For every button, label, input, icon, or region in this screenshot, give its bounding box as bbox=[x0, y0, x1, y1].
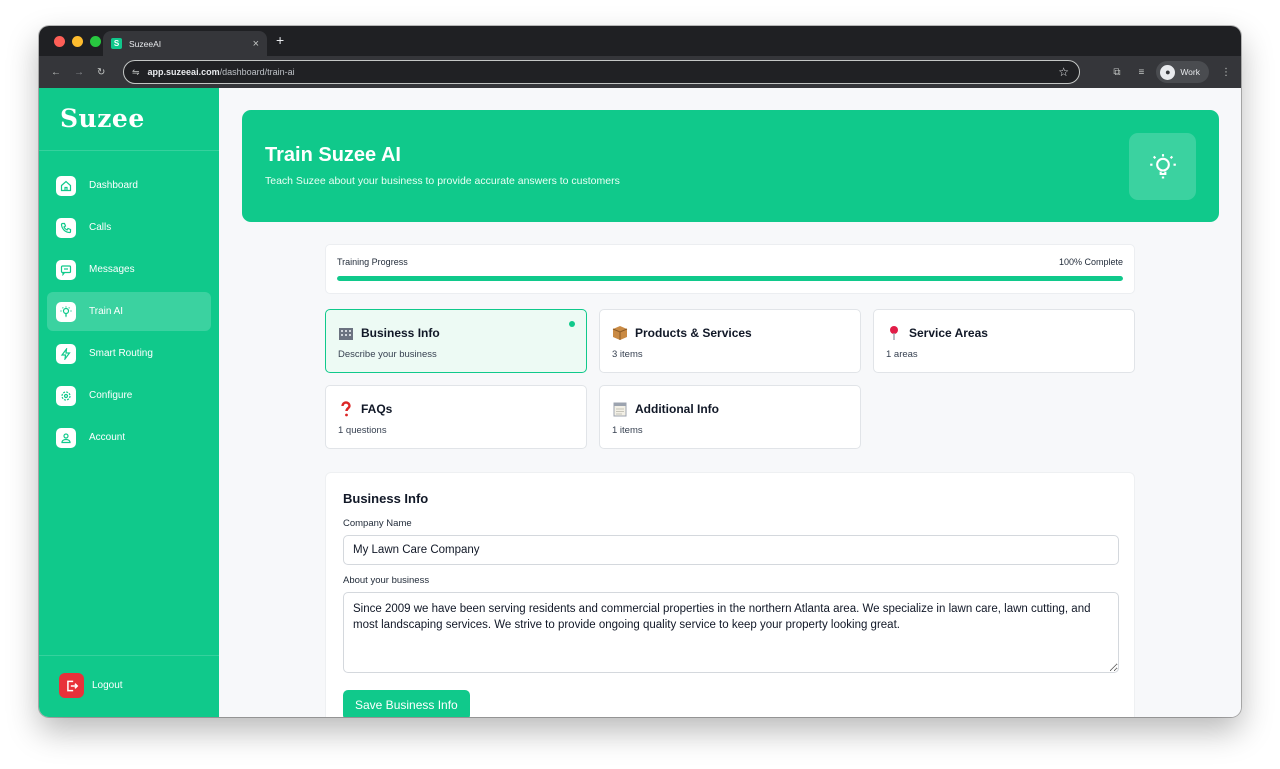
save-business-info-button[interactable]: Save Business Info bbox=[343, 690, 470, 717]
browser-menu-icon[interactable]: ⋮ bbox=[1221, 67, 1231, 78]
section-description: 3 items bbox=[612, 349, 643, 360]
forward-icon[interactable]: → bbox=[74, 67, 84, 78]
sidebar-item-label: Smart Routing bbox=[89, 348, 153, 359]
url-host: app.suzeeai.com bbox=[147, 67, 220, 77]
training-progress-card: Training Progress 100% Complete bbox=[325, 244, 1135, 294]
phone-icon bbox=[56, 217, 76, 238]
company-name-label: Company Name bbox=[343, 518, 412, 529]
site-settings-icon[interactable]: ⇋ bbox=[132, 67, 140, 78]
address-bar[interactable]: ⇋ app.suzeeai.com/dashboard/train-ai ☆ bbox=[123, 60, 1080, 84]
browser-window: S SuzeeAI × + ← → ↻ ⇋ app.suzeeai.com/da… bbox=[39, 26, 1241, 717]
logout-button[interactable]: Logout bbox=[59, 673, 123, 698]
sidebar-item-calls[interactable]: Calls bbox=[47, 208, 211, 247]
new-tab-button[interactable]: + bbox=[276, 32, 284, 48]
profile-label: Work bbox=[1180, 67, 1200, 77]
message-icon bbox=[56, 259, 76, 280]
sidebar-item-label: Train AI bbox=[89, 306, 124, 317]
sidebar-item-configure[interactable]: Configure bbox=[47, 376, 211, 415]
question-icon bbox=[338, 401, 354, 417]
section-card-business-info[interactable]: Business Info Describe your business bbox=[325, 309, 587, 373]
sidebar-nav: Dashboard Calls Messages Train AI Smart … bbox=[47, 166, 211, 460]
reload-icon[interactable]: ↻ bbox=[97, 67, 105, 78]
user-icon bbox=[56, 427, 76, 448]
profile-avatar-icon: ● bbox=[1160, 64, 1176, 80]
main-content: Train Suzee AI Teach Suzee about your bu… bbox=[219, 88, 1241, 717]
suzee-favicon-icon: S bbox=[111, 38, 122, 49]
section-card-additional-info[interactable]: Additional Info 1 items bbox=[599, 385, 861, 449]
page-subtitle: Teach Suzee about your business to provi… bbox=[265, 175, 620, 187]
suzee-logo[interactable]: Suzee bbox=[60, 104, 145, 133]
sidebar-item-train-ai[interactable]: Train AI bbox=[47, 292, 211, 331]
page-title: Train Suzee AI bbox=[265, 144, 401, 166]
tab-title: SuzeeAI bbox=[129, 38, 162, 49]
building-icon bbox=[338, 325, 354, 341]
sidebar-item-smart-routing[interactable]: Smart Routing bbox=[47, 334, 211, 373]
tab-strip: S SuzeeAI × + bbox=[39, 26, 1241, 56]
section-description: Describe your business bbox=[338, 349, 437, 360]
business-info-form: Business Info Company Name About your bu… bbox=[325, 472, 1135, 717]
maximize-window-button[interactable] bbox=[90, 35, 101, 47]
toolbar-actions: ⧉ ≡ ● Work ⋮ bbox=[1113, 61, 1231, 83]
section-title: FAQs bbox=[361, 402, 393, 416]
progress-label: Training Progress bbox=[337, 257, 408, 267]
sidebar: Suzee Dashboard Calls Messages Train AI … bbox=[39, 88, 219, 717]
section-title: Service Areas bbox=[909, 326, 988, 340]
sidebar-item-label: Messages bbox=[89, 264, 135, 275]
section-card-faqs[interactable]: FAQs 1 questions bbox=[325, 385, 587, 449]
package-icon bbox=[612, 325, 628, 341]
sidebar-item-label: Configure bbox=[89, 390, 133, 401]
section-title: Additional Info bbox=[635, 402, 719, 416]
form-title: Business Info bbox=[343, 491, 429, 506]
profile-button[interactable]: ● Work bbox=[1156, 61, 1209, 83]
sidebar-item-label: Calls bbox=[89, 222, 112, 233]
lightning-icon bbox=[56, 343, 76, 364]
progress-track bbox=[337, 276, 1123, 281]
sidebar-item-messages[interactable]: Messages bbox=[47, 250, 211, 289]
home-icon bbox=[56, 175, 76, 196]
bookmark-star-icon[interactable]: ☆ bbox=[1058, 65, 1069, 79]
section-description: 1 areas bbox=[886, 349, 918, 360]
app-root: Suzee Dashboard Calls Messages Train AI … bbox=[39, 88, 1241, 717]
section-title: Products & Services bbox=[635, 326, 752, 340]
gear-icon bbox=[56, 385, 76, 406]
section-description: 1 questions bbox=[338, 425, 387, 436]
about-business-label: About your business bbox=[343, 575, 430, 586]
back-icon[interactable]: ← bbox=[51, 67, 61, 78]
sidebar-item-label: Account bbox=[89, 432, 126, 443]
screen-capture-icon[interactable]: ⧉ bbox=[1113, 67, 1120, 78]
url-path: /dashboard/train-ai bbox=[219, 67, 295, 77]
progress-status: 100% Complete bbox=[1058, 257, 1123, 267]
company-name-input[interactable] bbox=[343, 535, 1119, 565]
section-card-service-areas[interactable]: Service Areas 1 areas bbox=[873, 309, 1135, 373]
active-indicator-dot bbox=[569, 321, 575, 327]
sidebar-item-label: Dashboard bbox=[89, 180, 138, 191]
browser-tab[interactable]: S SuzeeAI × bbox=[103, 31, 267, 56]
about-business-textarea[interactable]: Since 2009 we have been serving resident… bbox=[343, 592, 1119, 673]
sidebar-divider bbox=[39, 150, 219, 151]
lightbulb-icon bbox=[1129, 133, 1196, 200]
window-controls bbox=[54, 35, 101, 47]
notepad-icon bbox=[612, 401, 628, 417]
tab-close-icon[interactable]: × bbox=[253, 38, 259, 50]
sidebar-divider bbox=[39, 655, 219, 656]
section-description: 1 items bbox=[612, 425, 643, 436]
logout-label: Logout bbox=[92, 680, 123, 691]
section-card-products-services[interactable]: Products & Services 3 items bbox=[599, 309, 861, 373]
section-title: Business Info bbox=[361, 326, 440, 340]
logout-icon bbox=[59, 673, 84, 698]
sidebar-item-dashboard[interactable]: Dashboard bbox=[47, 166, 211, 205]
browser-toolbar: ← → ↻ ⇋ app.suzeeai.com/dashboard/train-… bbox=[39, 56, 1241, 88]
pin-icon bbox=[886, 325, 902, 341]
sidebar-item-account[interactable]: Account bbox=[47, 418, 211, 457]
close-window-button[interactable] bbox=[54, 35, 65, 47]
reading-list-icon[interactable]: ≡ bbox=[1138, 67, 1144, 78]
page-header-banner: Train Suzee AI Teach Suzee about your bu… bbox=[242, 110, 1219, 222]
lightbulb-icon bbox=[56, 301, 76, 322]
minimize-window-button[interactable] bbox=[72, 35, 83, 47]
progress-fill bbox=[337, 276, 1123, 281]
